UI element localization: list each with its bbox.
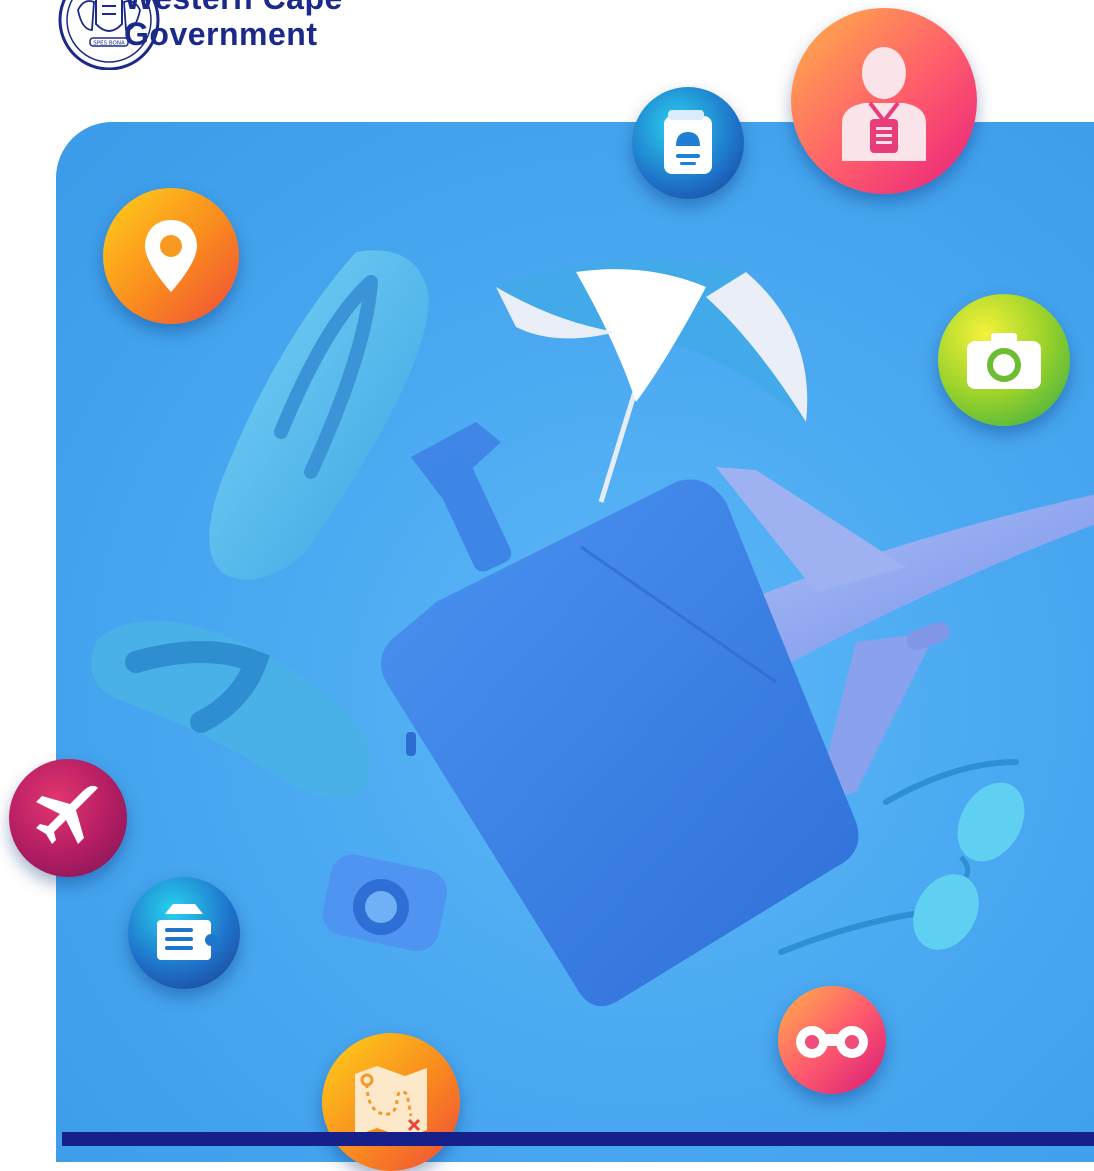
passport-icon [664, 110, 712, 174]
flip-flop-top [209, 250, 429, 580]
svg-text:SPES BONA: SPES BONA [93, 41, 125, 47]
map-pin-icon [145, 220, 197, 292]
camera-model [322, 854, 447, 952]
binoculars-badge[interactable] [778, 986, 886, 1094]
brand-line-1: Western Cape [124, 0, 343, 14]
camera-icon [967, 333, 1041, 389]
tour-guide-badge[interactable] [791, 8, 977, 194]
beach-umbrella [496, 260, 808, 503]
location-badge[interactable] [103, 188, 239, 324]
binoculars-icon [796, 1026, 868, 1058]
brand-line-2: Government [124, 16, 318, 52]
flip-flop-bottom [91, 621, 370, 799]
brand-name: Western Cape Government [124, 0, 343, 50]
footer-bar [62, 1132, 1094, 1146]
airplane-icon [36, 785, 98, 844]
airplane-badge[interactable] [9, 759, 127, 877]
map-badge[interactable] [322, 1033, 460, 1171]
passport-badge[interactable] [632, 87, 744, 199]
tour-guide-icon [842, 47, 926, 161]
ticket-badge[interactable] [128, 877, 240, 989]
camera-badge[interactable] [938, 294, 1070, 426]
ticket-icon [157, 904, 217, 960]
